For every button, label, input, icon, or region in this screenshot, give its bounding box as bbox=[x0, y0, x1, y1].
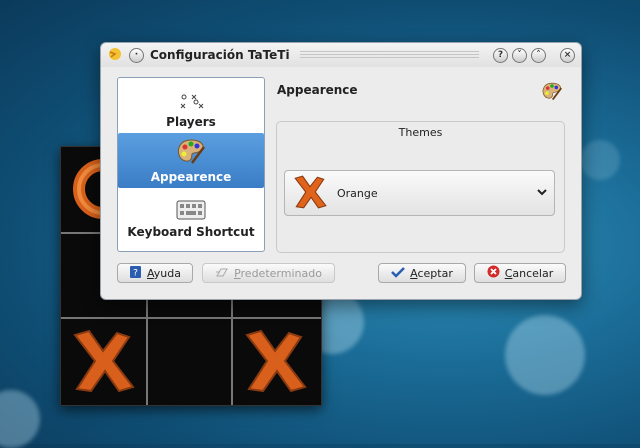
svg-text:?: ? bbox=[133, 268, 138, 278]
board-cell-x[interactable] bbox=[61, 319, 145, 403]
accept-label: ceptar bbox=[417, 266, 453, 280]
page-title: Appearence bbox=[277, 83, 358, 97]
themes-group: Themes Orange bbox=[276, 121, 565, 253]
themes-group-title: Themes bbox=[398, 126, 443, 139]
sidebar-item-appearence[interactable]: Appearence bbox=[118, 133, 264, 188]
accept-button[interactable]: Aceptar bbox=[378, 263, 466, 283]
defaults-icon bbox=[215, 266, 229, 281]
help-label: yuda bbox=[153, 266, 181, 280]
defaults-button[interactable]: Predeterminado bbox=[202, 263, 335, 283]
cancel-icon bbox=[487, 265, 500, 281]
minimize-icon[interactable]: ˅ bbox=[512, 47, 527, 63]
titlebar[interactable]: · Configuración TaTeTi ? ˅ ˄ × bbox=[101, 43, 581, 67]
sidebar-item-players[interactable]: Players bbox=[118, 78, 264, 133]
desktop-bokeh bbox=[580, 140, 620, 180]
window-menu-icon[interactable]: · bbox=[129, 47, 144, 63]
desktop-bokeh bbox=[0, 390, 40, 448]
chevron-down-icon bbox=[536, 186, 548, 201]
check-icon bbox=[391, 266, 406, 281]
players-icon bbox=[178, 92, 204, 113]
help-icon[interactable]: ? bbox=[493, 47, 508, 63]
help-button[interactable]: ? Ayuda bbox=[117, 263, 193, 283]
dialog-title: Configuración TaTeTi bbox=[150, 48, 290, 62]
palette-icon bbox=[541, 81, 563, 104]
cancel-label: ancelar bbox=[512, 266, 554, 280]
close-icon[interactable]: × bbox=[560, 47, 575, 63]
sidebar-item-label: Keyboard Shortcut bbox=[127, 225, 255, 239]
sidebar-item-keyboard-shortcut[interactable]: Keyboard Shortcut bbox=[118, 188, 264, 243]
theme-select[interactable]: Orange bbox=[284, 170, 555, 216]
sidebar-item-label: Players bbox=[166, 115, 216, 129]
desktop-bokeh bbox=[505, 315, 585, 395]
config-dialog: · Configuración TaTeTi ? ˅ ˄ × Players A… bbox=[100, 42, 582, 300]
cancel-button[interactable]: Cancelar bbox=[474, 263, 566, 283]
theme-select-value: Orange bbox=[337, 186, 378, 200]
app-icon[interactable] bbox=[107, 46, 123, 65]
keyboard-icon bbox=[176, 200, 206, 223]
help-mnemonic: A bbox=[147, 266, 154, 280]
page-list: Players Appearence Keyboard Shortcut bbox=[117, 77, 265, 252]
orange-x-icon bbox=[291, 172, 329, 215]
defaults-label: redeterminado bbox=[240, 266, 322, 280]
board-cell-x[interactable] bbox=[233, 319, 317, 403]
maximize-icon[interactable]: ˄ bbox=[531, 47, 546, 63]
palette-icon bbox=[176, 137, 206, 168]
help-book-icon: ? bbox=[129, 265, 142, 282]
titlebar-grip bbox=[299, 50, 479, 60]
sidebar-item-label: Appearence bbox=[150, 170, 232, 184]
